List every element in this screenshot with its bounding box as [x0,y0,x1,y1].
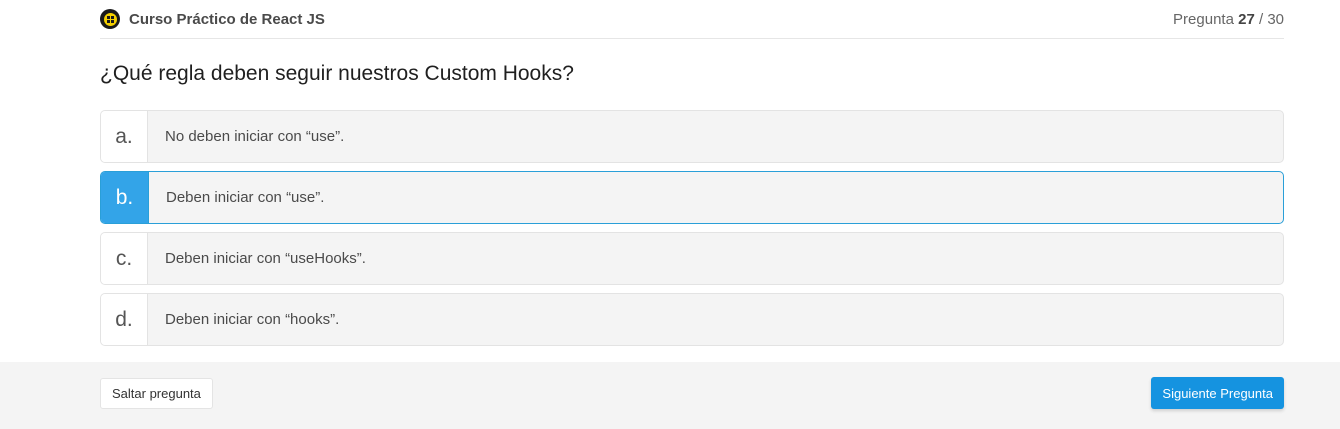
current-question-number: 27 [1238,10,1255,28]
quiz-footer: Saltar pregunta Siguiente Pregunta [0,362,1340,429]
next-question-button[interactable]: Siguiente Pregunta [1151,377,1284,409]
option-text: Deben iniciar con “hooks”. [165,311,340,328]
option-letter: b. [101,172,149,223]
quiz-header: Curso Práctico de React JS Pregunta 27 /… [100,0,1284,39]
option-letter: d. [101,294,148,345]
answer-option-d[interactable]: d. Deben iniciar con “hooks”. [100,293,1284,346]
option-letter: a. [101,111,148,162]
course-brand: Curso Práctico de React JS [100,9,325,29]
option-text: Deben iniciar con “useHooks”. [165,250,366,267]
react-course-logo-icon [100,9,120,29]
question-progress: Pregunta 27 / 30 [1173,11,1284,28]
option-letter: c. [101,233,148,284]
answer-option-b[interactable]: b. Deben iniciar con “use”. [100,171,1284,224]
skip-question-button[interactable]: Saltar pregunta [100,378,213,409]
progress-separator: / [1258,10,1264,28]
option-text: No deben iniciar con “use”. [165,128,345,145]
answer-option-a[interactable]: a. No deben iniciar con “use”. [100,110,1284,163]
total-questions: 30 [1267,10,1284,28]
progress-label: Pregunta [1173,10,1234,28]
course-title: Curso Práctico de React JS [129,10,325,28]
answer-options: a. No deben iniciar con “use”. b. Deben … [100,110,1284,354]
option-text: Deben iniciar con “use”. [166,189,325,206]
question-text: ¿Qué regla deben seguir nuestros Custom … [100,62,574,85]
answer-option-c[interactable]: c. Deben iniciar con “useHooks”. [100,232,1284,285]
